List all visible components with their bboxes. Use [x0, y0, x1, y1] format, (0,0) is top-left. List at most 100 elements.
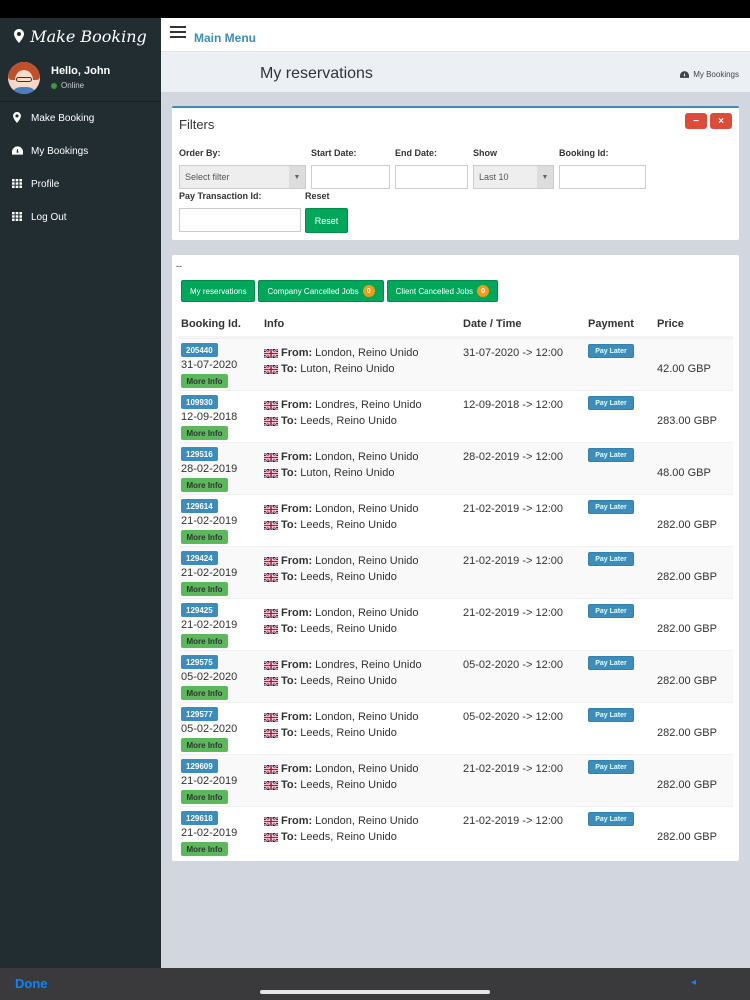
column-header: Price [657, 318, 684, 330]
from-label: From: [281, 711, 313, 723]
from-location: London, Reino Unido [315, 607, 419, 619]
price: 282.00 GBP [657, 571, 717, 583]
pay-later-button[interactable]: Pay Later [588, 344, 634, 358]
from-location: London, Reino Unido [315, 763, 419, 775]
show-select[interactable]: Last 10 ▼ [473, 165, 554, 189]
date-time: 12-09-2018 -> 12:00 [463, 399, 563, 411]
sidebar-item-make-booking[interactable]: Make Booking [0, 102, 161, 135]
more-info-button[interactable]: More Info [181, 738, 228, 752]
date-time: 05-02-2020 -> 12:00 [463, 659, 563, 671]
uk-flag-icon [264, 832, 278, 842]
booking-date: 05-02-2020 [181, 723, 238, 735]
from-line: From: Londres, Reino Unido [264, 659, 422, 671]
booking-id-badge[interactable]: 129614 [181, 499, 218, 513]
page-title: My reservations [260, 65, 373, 82]
end-date-input[interactable] [395, 165, 468, 189]
booking-date: 21-02-2019 [181, 567, 238, 579]
more-info-button[interactable]: More Info [181, 374, 228, 388]
date-time: 21-02-2019 -> 12:00 [463, 555, 563, 567]
column-header: Booking Id. [181, 318, 241, 330]
close-button[interactable]: × [710, 113, 732, 129]
from-line: From: London, Reino Unido [264, 607, 419, 619]
box-tools: − × [685, 113, 732, 129]
main-menu-title[interactable]: Main Menu [194, 31, 256, 45]
sidebar-item-log-out[interactable]: Log Out [0, 201, 161, 234]
arrow-left-icon[interactable]: ◂ [691, 977, 696, 988]
tab-company-cancelled-jobs[interactable]: Company Cancelled Jobs 0 [258, 280, 384, 302]
pay-later-button[interactable]: Pay Later [588, 760, 634, 774]
user-panel: Hello, John Online [0, 54, 161, 102]
start-date-label: Start Date: [311, 148, 357, 158]
pay-later-button[interactable]: Pay Later [588, 500, 634, 514]
table-row: 129577 05-02-2020 More Info From: London, Re… [179, 702, 733, 754]
uk-flag-icon [264, 504, 278, 514]
table-row: 129618 21-02-2019 More Info From: London, Re… [179, 806, 733, 858]
booking-id-badge[interactable]: 129516 [181, 447, 218, 461]
booking-id-badge[interactable]: 129577 [181, 707, 218, 721]
to-line: To: Leeds, Reino Unido [264, 779, 397, 791]
pay-later-button[interactable]: Pay Later [588, 656, 634, 670]
price: 42.00 GBP [657, 363, 711, 375]
more-info-button[interactable]: More Info [181, 530, 228, 544]
uk-flag-icon [264, 400, 278, 410]
sidebar-item-my-bookings[interactable]: My Bookings [0, 135, 161, 168]
booking-id-badge[interactable]: 129609 [181, 759, 218, 773]
more-info-button[interactable]: More Info [181, 790, 228, 804]
booking-id-input[interactable] [559, 165, 646, 189]
from-label: From: [281, 763, 313, 775]
column-header: Date / Time [463, 318, 522, 330]
pay-later-button[interactable]: Pay Later [588, 552, 634, 566]
pay-later-button[interactable]: Pay Later [588, 812, 634, 826]
date-time: 21-02-2019 -> 12:00 [463, 503, 563, 515]
pay-later-button[interactable]: Pay Later [588, 396, 634, 410]
pay-later-button[interactable]: Pay Later [588, 448, 634, 462]
more-info-button[interactable]: More Info [181, 686, 228, 700]
booking-id-badge[interactable]: 129424 [181, 551, 218, 565]
to-label: To: [281, 727, 298, 739]
breadcrumb[interactable]: My Bookings [680, 70, 739, 79]
booking-id-badge[interactable]: 129575 [181, 655, 218, 669]
to-line: To: Leeds, Reino Unido [264, 571, 397, 583]
from-label: From: [281, 607, 313, 619]
table-row: 129609 21-02-2019 More Info From: London, Re… [179, 754, 733, 806]
sidebar-item-label: Make Booking [31, 113, 95, 124]
reset-button[interactable]: Reset [305, 208, 348, 233]
more-info-button[interactable]: More Info [181, 634, 228, 648]
more-info-button[interactable]: More Info [181, 478, 228, 492]
topbar: Main Menu [161, 18, 750, 52]
more-info-button[interactable]: More Info [181, 842, 228, 856]
price: 282.00 GBP [657, 675, 717, 687]
sidebar-item-profile[interactable]: Profile [0, 168, 161, 201]
from-location: London, Reino Unido [315, 451, 419, 463]
tab-label: Client Cancelled Jobs [395, 286, 474, 296]
booking-date: 21-02-2019 [181, 775, 238, 787]
online-dot-icon [51, 82, 57, 89]
brand[interactable]: Make Booking [0, 18, 161, 54]
table-row: 129425 21-02-2019 More Info From: London, Re… [179, 598, 733, 650]
hamburger-menu-icon[interactable] [170, 25, 186, 38]
pay-transaction-input[interactable] [179, 208, 301, 232]
booking-id-badge[interactable]: 129618 [181, 811, 218, 825]
more-info-button[interactable]: More Info [181, 582, 228, 596]
pay-later-button[interactable]: Pay Later [588, 708, 634, 722]
tab-client-cancelled-jobs[interactable]: Client Cancelled Jobs 0 [386, 280, 499, 302]
booking-id-badge[interactable]: 129425 [181, 603, 218, 617]
more-info-button[interactable]: More Info [181, 426, 228, 440]
user-status-label: Online [61, 81, 85, 90]
minimize-button[interactable]: − [685, 113, 707, 129]
booking-id-badge[interactable]: 109930 [181, 395, 218, 409]
booking-id-badge[interactable]: 205440 [181, 343, 218, 357]
show-value: Last 10 [479, 172, 509, 182]
uk-flag-icon [264, 572, 278, 582]
tab-my-reservations[interactable]: My reservations [181, 280, 256, 302]
pay-later-button[interactable]: Pay Later [588, 604, 634, 618]
to-location: Leeds, Reino Unido [300, 779, 397, 791]
price: 283.00 GBP [657, 415, 717, 427]
start-date-input[interactable] [311, 165, 390, 189]
from-line: From: London, Reino Unido [264, 451, 419, 463]
order-by-select[interactable]: Select filter ▼ [179, 165, 306, 189]
done-button[interactable]: Done [15, 976, 48, 991]
from-line: From: London, Reino Unido [264, 347, 419, 359]
to-line: To: Luton, Reino Unido [264, 363, 394, 375]
uk-flag-icon [264, 520, 278, 530]
